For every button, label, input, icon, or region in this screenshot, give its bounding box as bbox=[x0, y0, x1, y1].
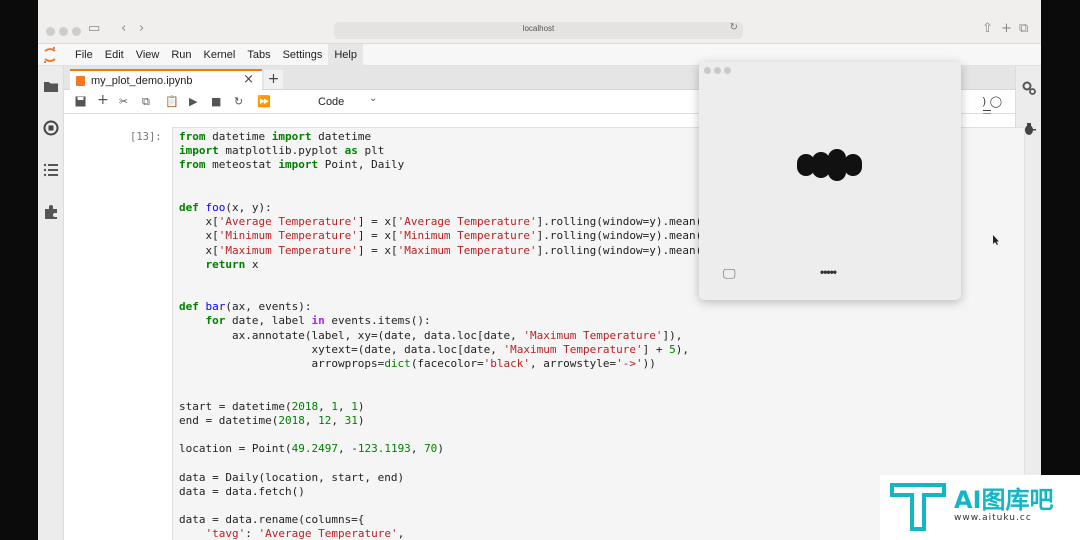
copy-icon[interactable]: ⧉ bbox=[142, 94, 150, 110]
new-tab-icon[interactable]: + bbox=[1001, 21, 1012, 37]
new-launcher-button[interactable]: + bbox=[264, 70, 283, 89]
code-line: def bar(ax, events): bbox=[179, 300, 312, 314]
chevron-down-icon[interactable]: ⌄ bbox=[369, 93, 377, 104]
code-line: def foo(x, y): bbox=[179, 200, 272, 214]
zoom-window-button[interactable] bbox=[72, 27, 81, 36]
menu-file[interactable]: File bbox=[69, 44, 99, 66]
code-line: arrowprops=dict(facecolor='black', arrow… bbox=[179, 357, 656, 370]
run-icon[interactable]: ▶ bbox=[189, 94, 197, 110]
watermark: AI图库吧 www.aituku.cc bbox=[880, 475, 1080, 540]
code-line: data = data.rename(columns={ bbox=[179, 513, 365, 527]
screen: ▭ ‹ › localhost ↻ ⇧ + ⧉ File Edit View R… bbox=[38, 0, 1041, 540]
forward-icon[interactable]: › bbox=[139, 21, 144, 37]
menu-tabs[interactable]: Tabs bbox=[241, 44, 276, 66]
code-line: x['Average Temperature'] = x['Average Te… bbox=[179, 215, 709, 229]
menu-run[interactable]: Run bbox=[165, 44, 197, 66]
restart-run-all-icon[interactable]: ⏩ bbox=[257, 94, 271, 110]
code-line: x['Minimum Temperature'] = x['Minimum Te… bbox=[179, 229, 709, 243]
app-logo-icon bbox=[797, 149, 862, 181]
code-line: for date, label in events.items(): bbox=[205, 314, 431, 328]
url-text: localhost bbox=[522, 24, 555, 33]
jupyter-logo-icon bbox=[44, 47, 56, 63]
monitor-icon[interactable]: 🖵 bbox=[723, 267, 736, 282]
menu-settings[interactable]: Settings bbox=[277, 44, 329, 66]
cell-prompt: [13]: bbox=[130, 131, 162, 143]
code-line: data = Daily(location, start, end) bbox=[179, 470, 405, 484]
table-of-contents-icon[interactable] bbox=[43, 162, 59, 178]
code-line: x['Maximum Temperature'] = x['Maximum Te… bbox=[179, 243, 709, 257]
overlay-close-button[interactable] bbox=[704, 67, 711, 74]
code-line: return x bbox=[205, 257, 259, 271]
code-line: xytext=(date, data.loc[date, 'Maximum Te… bbox=[179, 342, 689, 356]
watermark-url: www.aituku.cc bbox=[954, 513, 1032, 523]
minimize-window-button[interactable] bbox=[59, 27, 68, 36]
code-line: data = data.fetch() bbox=[179, 484, 305, 498]
kernel-indicator-text: ) bbox=[982, 95, 987, 108]
overlay-minimize-button[interactable] bbox=[714, 67, 721, 74]
menu-items: File Edit View Run Kernel Tabs Settings … bbox=[69, 44, 363, 66]
menu-kernel[interactable]: Kernel bbox=[198, 44, 242, 66]
watermark-logo-icon bbox=[890, 483, 946, 531]
paste-icon[interactable]: 📋 bbox=[165, 94, 179, 110]
stop-icon[interactable]: ■ bbox=[211, 94, 221, 110]
address-bar[interactable]: localhost ↻ bbox=[334, 22, 743, 39]
save-icon[interactable] bbox=[75, 96, 86, 107]
code-line: start = datetime(2018, 1, 1) bbox=[179, 399, 365, 413]
code-line: 'tavg': 'Average Temperature', bbox=[205, 527, 405, 540]
menu-edit[interactable]: Edit bbox=[99, 44, 130, 66]
extensions-puzzle-icon[interactable] bbox=[43, 204, 59, 220]
menu-help[interactable]: Help bbox=[328, 44, 363, 66]
tab-overview-icon[interactable]: ⧉ bbox=[1019, 21, 1028, 37]
close-tab-icon[interactable]: × bbox=[243, 72, 254, 87]
footer-dots: ••••• bbox=[820, 265, 837, 279]
code-line: from meteostat import Point, Daily bbox=[179, 158, 405, 172]
folder-icon[interactable] bbox=[43, 79, 59, 95]
code-line: location = Point(49.2497, -123.1193, 70) bbox=[179, 442, 444, 456]
reload-icon[interactable]: ↻ bbox=[730, 22, 738, 33]
close-window-button[interactable] bbox=[46, 27, 55, 36]
sidebar-toggle-icon[interactable]: ▭ bbox=[88, 21, 100, 37]
back-icon[interactable]: ‹ bbox=[121, 21, 126, 37]
tab-title: my_plot_demo.ipynb bbox=[91, 74, 193, 87]
cell-type-select[interactable]: Code bbox=[318, 94, 344, 110]
code-line: end = datetime(2018, 12, 31) bbox=[179, 413, 365, 427]
code-line: ax.annotate(label, xy=(date, data.loc[da… bbox=[179, 328, 683, 342]
cut-icon[interactable]: ✂ bbox=[119, 94, 128, 110]
browser-toolbar: ▭ ‹ › localhost ↻ ⇧ + ⧉ bbox=[38, 0, 1041, 44]
tab-my-plot-demo[interactable]: my_plot_demo.ipynb × bbox=[70, 69, 262, 90]
floating-window: 🖵 ••••• bbox=[699, 62, 961, 300]
restart-icon[interactable]: ↻ bbox=[234, 94, 243, 110]
running-kernels-icon[interactable] bbox=[43, 120, 59, 136]
mouse-cursor-icon bbox=[993, 235, 999, 245]
share-icon[interactable]: ⇧ bbox=[982, 21, 993, 37]
insert-cell-icon[interactable]: + bbox=[97, 92, 109, 108]
menu-view[interactable]: View bbox=[130, 44, 166, 66]
property-inspector-gears-icon[interactable] bbox=[1021, 80, 1037, 96]
code-line: from datetime import datetime bbox=[179, 130, 372, 143]
code-lines: from datetime import datetime import matp… bbox=[179, 130, 709, 540]
overlay-zoom-button[interactable] bbox=[724, 67, 731, 74]
code-line: import matplotlib.pyplot as plt bbox=[179, 144, 385, 158]
notebook-icon bbox=[76, 75, 85, 86]
watermark-title: AI图库吧 bbox=[954, 486, 1054, 514]
left-sidebar bbox=[38, 66, 64, 540]
